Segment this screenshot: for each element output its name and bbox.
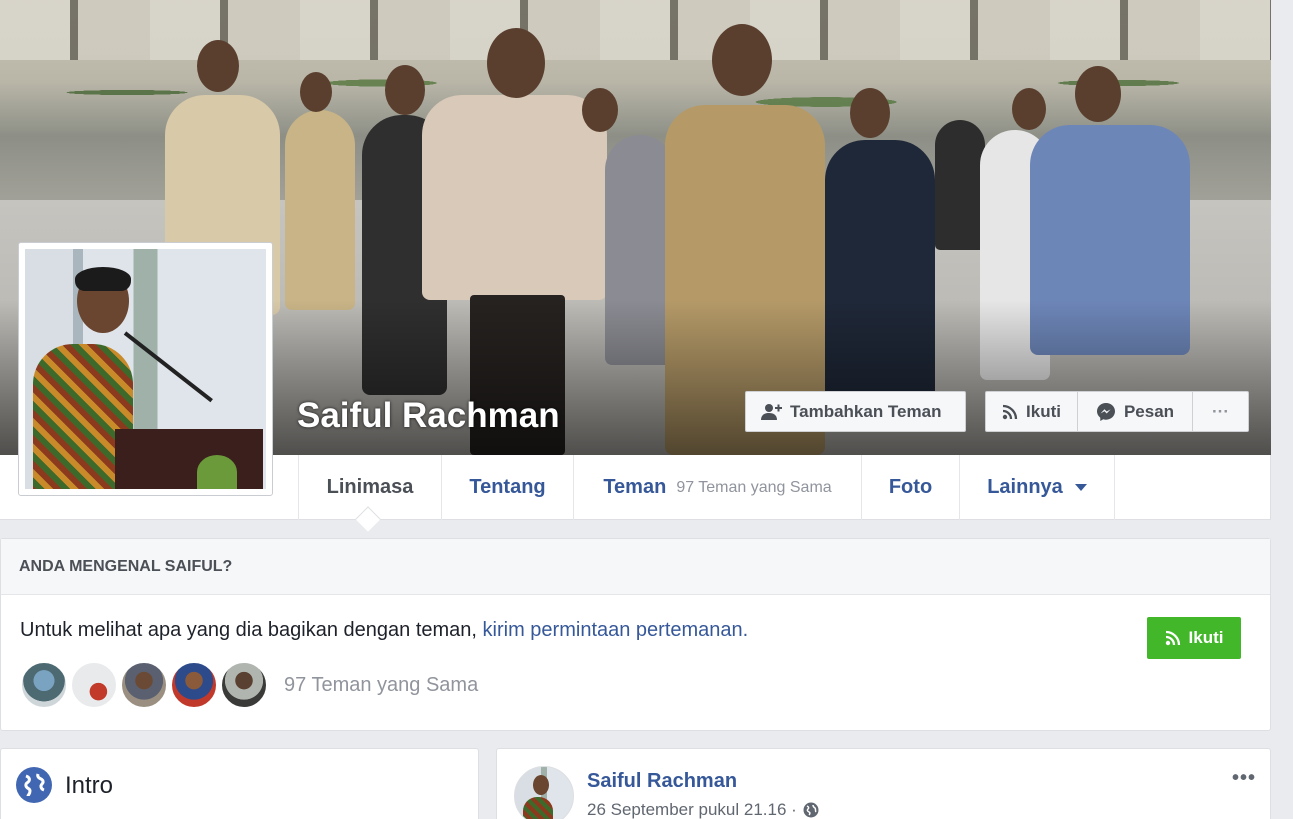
tab-more[interactable]: Lainnya — [959, 455, 1115, 520]
profile-name[interactable]: Saiful Rachman — [297, 396, 560, 436]
tab-photos-label: Foto — [888, 476, 933, 498]
tab-friends[interactable]: Teman 97 Teman yang Sama — [573, 455, 861, 520]
tab-friends-label: Teman — [603, 476, 667, 498]
tab-about-label: Tentang — [469, 476, 546, 498]
tab-timeline-label: Linimasa — [326, 476, 414, 498]
add-friend-label: Tambahkan Teman — [790, 401, 942, 421]
messenger-icon — [1096, 402, 1116, 422]
post-date-label: 26 September pukul 21.16 · — [587, 800, 797, 819]
tab-about[interactable]: Tentang — [441, 455, 573, 520]
follow-green-button[interactable]: Ikuti — [1147, 617, 1241, 659]
tab-more-label: Lainnya — [987, 476, 1063, 498]
add-friend-icon — [760, 403, 782, 421]
profile-photo — [25, 249, 266, 489]
tab-photos[interactable]: Foto — [861, 455, 959, 520]
mutual-friends: 97 Teman yang Sama — [20, 661, 478, 709]
follow-green-label: Ikuti — [1188, 628, 1224, 647]
intro-card: Intro — [0, 748, 479, 819]
mutual-friend-avatar[interactable] — [20, 661, 68, 709]
more-actions-button[interactable]: ··· — [1193, 392, 1248, 431]
add-friend-button[interactable]: Tambahkan Teman — [745, 391, 966, 432]
send-friend-request-link[interactable]: kirim permintaan pertemanan. — [483, 619, 749, 641]
know-description: Untuk melihat apa yang dia bagikan denga… — [20, 619, 748, 642]
know-heading: ANDA MENGENAL SAIFUL? — [1, 539, 1270, 595]
mutual-friend-avatar[interactable] — [170, 661, 218, 709]
message-label: Pesan — [1123, 401, 1175, 421]
message-button[interactable]: Pesan — [1078, 392, 1193, 431]
mutual-friends-count[interactable]: 97 Teman yang Sama — [284, 674, 478, 697]
post-timestamp[interactable]: 26 September pukul 21.16 · — [587, 800, 819, 819]
post-author-avatar[interactable] — [514, 766, 574, 819]
follow-button[interactable]: Ikuti — [986, 392, 1078, 431]
tab-friends-mutual-count: 97 Teman yang Sama — [676, 478, 832, 496]
post-options-button[interactable]: ••• — [1232, 767, 1256, 790]
rss-icon — [1002, 404, 1018, 420]
globe-icon — [803, 802, 819, 818]
mutual-friend-avatar[interactable] — [120, 661, 168, 709]
intro-title: Intro — [65, 772, 114, 799]
profile-picture[interactable] — [18, 242, 273, 496]
rss-icon — [1165, 630, 1181, 646]
know-person-card: ANDA MENGENAL SAIFUL? Untuk melihat apa … — [0, 538, 1271, 731]
globe-icon — [16, 767, 52, 803]
mutual-friend-avatar[interactable] — [220, 661, 268, 709]
post-author-name[interactable]: Saiful Rachman — [587, 770, 737, 793]
know-text: Untuk melihat apa yang dia bagikan denga… — [20, 619, 483, 641]
post-card: Saiful Rachman 26 September pukul 21.16 … — [496, 748, 1271, 819]
profile-action-group: Ikuti Pesan ··· — [985, 391, 1249, 432]
mutual-friend-avatar[interactable] — [70, 661, 118, 709]
chevron-down-icon — [1074, 484, 1087, 491]
follow-label: Ikuti — [1026, 401, 1061, 421]
